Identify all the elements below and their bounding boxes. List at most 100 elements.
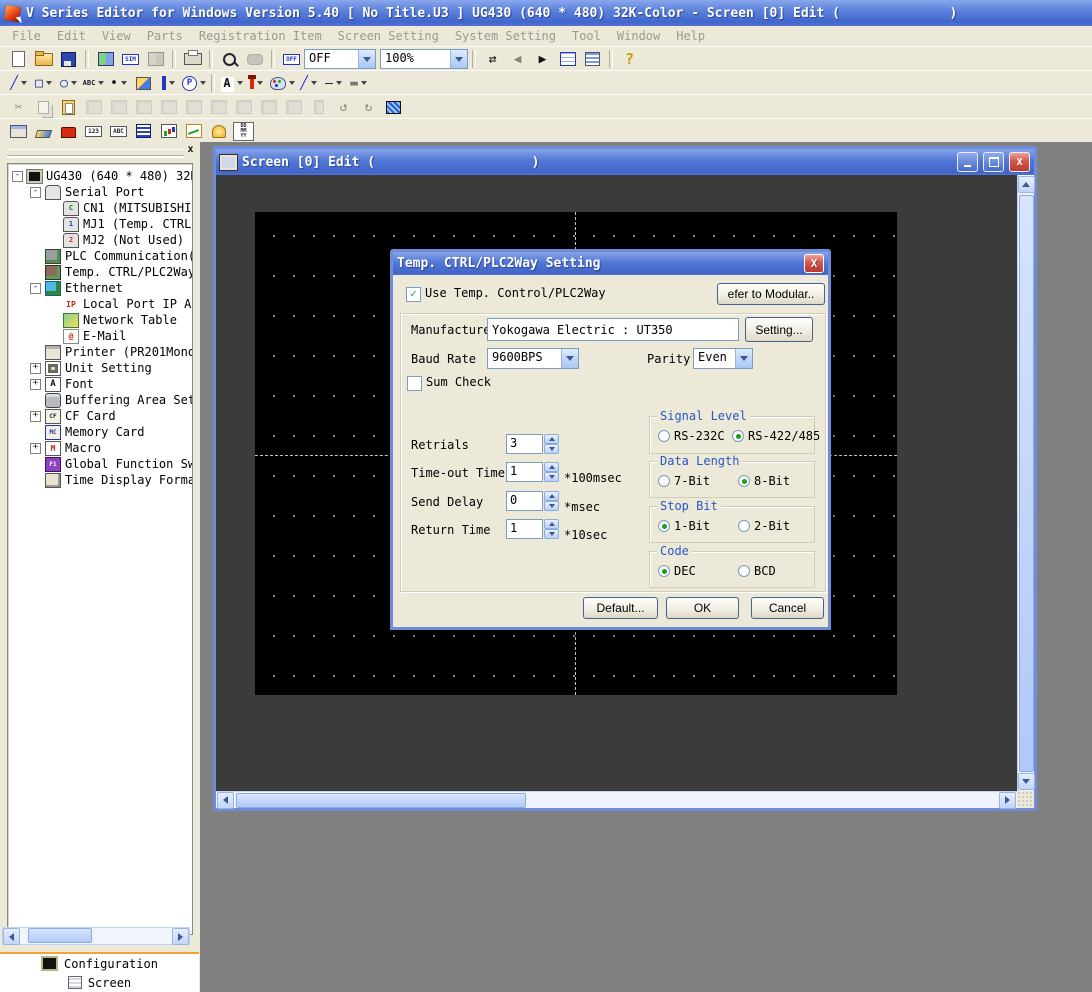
expand-icon[interactable]: +: [30, 411, 41, 422]
collapse-icon[interactable]: -: [30, 187, 41, 198]
lamp-part-button[interactable]: [31, 120, 56, 142]
help-button[interactable]: ?: [617, 48, 642, 70]
menu-edit[interactable]: Edit: [49, 27, 94, 45]
menu-help[interactable]: Help: [668, 27, 713, 45]
undo-button[interactable]: ↺: [331, 96, 356, 118]
tab-screen[interactable]: Screen: [0, 973, 199, 992]
chevron-down-icon[interactable]: [46, 81, 52, 85]
tree-item-serial-port[interactable]: -Serial Port: [8, 184, 192, 200]
menu-view[interactable]: View: [94, 27, 139, 45]
grid-off-toggle[interactable]: OFF: [279, 48, 304, 70]
align-b-button[interactable]: [281, 96, 306, 118]
spin-up-button[interactable]: [544, 462, 559, 472]
combo-arrow-button[interactable]: [735, 349, 752, 368]
screen-window-titlebar[interactable]: Screen [0] Edit ( ) X: [216, 149, 1034, 175]
print-button[interactable]: [180, 48, 205, 70]
scroll-right-button[interactable]: [999, 792, 1016, 809]
chevron-down-icon[interactable]: [336, 81, 342, 85]
ungroup-button[interactable]: [106, 96, 131, 118]
minimize-button[interactable]: [957, 152, 978, 172]
scroll-down-button[interactable]: [1018, 773, 1035, 790]
setting-button[interactable]: Setting...: [745, 317, 813, 342]
trend-graph-button[interactable]: [181, 120, 206, 142]
redo-button[interactable]: ↻: [356, 96, 381, 118]
tree-item-cf-card[interactable]: +CFCF Card: [8, 408, 192, 424]
chevron-down-icon[interactable]: [361, 81, 367, 85]
rotate-right-button[interactable]: [231, 96, 256, 118]
rotate-left-button[interactable]: [206, 96, 231, 118]
line-style-button[interactable]: ╱: [296, 72, 321, 94]
copy-button[interactable]: [31, 96, 56, 118]
tree-item-temp-ctrl[interactable]: Temp. CTRL/PLC2Way: [8, 264, 192, 280]
combo-arrow-button[interactable]: [450, 50, 467, 68]
send-delay-field[interactable]: 0: [506, 491, 543, 511]
group-button[interactable]: [81, 96, 106, 118]
radio-rs232c[interactable]: RS-232C: [658, 429, 725, 443]
tree-item-printer[interactable]: Printer (PR201Monoch: [8, 344, 192, 360]
ok-button[interactable]: OK: [666, 597, 739, 619]
swap-screen-button[interactable]: ⇄: [480, 48, 505, 70]
tree-item-unit-setting[interactable]: +Unit Setting: [8, 360, 192, 376]
alarm-lamp-button[interactable]: [56, 120, 81, 142]
search-button[interactable]: [242, 48, 267, 70]
canvas-vertical-scrollbar[interactable]: [1017, 175, 1034, 791]
manufacture-field[interactable]: Yokogawa Electric : UT350: [487, 318, 739, 341]
scrollbar-thumb[interactable]: [236, 793, 526, 808]
tree-item-memory-card[interactable]: MCMemory Card: [8, 424, 192, 440]
pen-color-button[interactable]: [244, 72, 269, 94]
switch-part-button[interactable]: [6, 120, 31, 142]
item-list-button[interactable]: [580, 48, 605, 70]
rectangle-tool-button[interactable]: □: [31, 72, 56, 94]
fill-style-button[interactable]: ▬: [346, 72, 371, 94]
dialog-close-button[interactable]: X: [804, 254, 824, 273]
spin-down-button[interactable]: [544, 501, 559, 511]
scroll-right-button[interactable]: [172, 928, 189, 945]
radio-1bit[interactable]: 1-Bit: [658, 519, 710, 533]
transfer-button[interactable]: [93, 48, 118, 70]
dialog-titlebar[interactable]: Temp. CTRL/PLC2Way Setting X: [393, 252, 828, 275]
panel-close-button[interactable]: x: [184, 143, 197, 156]
chevron-down-icon[interactable]: [121, 81, 127, 85]
tree-item-time-display-format[interactable]: Time Display Format: [8, 472, 192, 488]
chevron-down-icon[interactable]: [98, 81, 104, 85]
radio-rs422-485[interactable]: RS-422/485: [732, 429, 820, 443]
scrollbar-thumb[interactable]: [1019, 195, 1034, 772]
resize-grip[interactable]: [1017, 791, 1034, 808]
scroll-left-button[interactable]: [3, 928, 20, 945]
line-tool-button[interactable]: ╱: [6, 72, 31, 94]
spin-down-button[interactable]: [544, 472, 559, 482]
measure-tool-button[interactable]: [156, 72, 181, 94]
radio-dec[interactable]: DEC: [658, 564, 696, 578]
ellipse-tool-button[interactable]: ○: [56, 72, 81, 94]
grid-mode-combo[interactable]: OFF: [304, 49, 376, 69]
new-button[interactable]: [6, 48, 31, 70]
chevron-down-icon[interactable]: [311, 81, 317, 85]
timeout-field[interactable]: 1: [506, 462, 543, 482]
frame-a-button[interactable]: [156, 96, 181, 118]
menu-registration-item[interactable]: Registration Item: [191, 27, 330, 45]
scrollbar-thumb[interactable]: [28, 928, 92, 943]
tree-item-mj2[interactable]: 2MJ2 (Not Used): [8, 232, 192, 248]
bring-forward-button[interactable]: [131, 96, 156, 118]
radio-8bit[interactable]: 8-Bit: [738, 474, 790, 488]
chevron-down-icon[interactable]: [289, 81, 295, 85]
palette-button[interactable]: [269, 72, 296, 94]
menu-screen-setting[interactable]: Screen Setting: [330, 27, 447, 45]
scroll-up-button[interactable]: [1018, 176, 1035, 193]
spin-up-button[interactable]: [544, 434, 559, 444]
spin-down-button[interactable]: [544, 444, 559, 454]
tree-item-email[interactable]: @E-Mail: [8, 328, 192, 344]
expand-icon[interactable]: +: [30, 379, 41, 390]
p-mark-tool-button[interactable]: P: [181, 72, 207, 94]
tree-item-macro[interactable]: +MMacro: [8, 440, 192, 456]
panel-grip-handle[interactable]: [7, 149, 184, 156]
radio-2bit[interactable]: 2-Bit: [738, 519, 790, 533]
text-tool-button[interactable]: ABC: [81, 72, 106, 94]
screen-transfer-button[interactable]: [143, 48, 168, 70]
align-a-button[interactable]: [256, 96, 281, 118]
spin-down-button[interactable]: [544, 529, 559, 539]
menu-file[interactable]: File: [4, 27, 49, 45]
tree-item-network-table[interactable]: Network Table: [8, 312, 192, 328]
cancel-button[interactable]: Cancel: [751, 597, 824, 619]
expand-icon[interactable]: +: [30, 443, 41, 454]
